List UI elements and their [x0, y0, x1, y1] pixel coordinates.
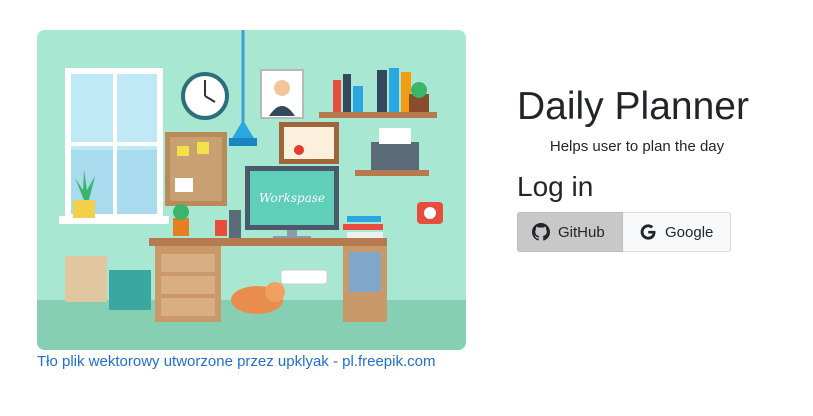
login-button-group: GitHub Google	[517, 212, 777, 252]
app-tagline: Helps user to plan the day	[549, 138, 725, 155]
github-icon	[532, 223, 550, 241]
login-panel: Daily Planner Helps user to plan the day…	[517, 80, 777, 252]
github-login-button[interactable]: GitHub	[517, 212, 623, 252]
login-heading: Log in	[517, 171, 594, 202]
monitor-screen-text: Workspase	[259, 191, 325, 205]
google-button-label: Google	[665, 223, 714, 241]
app-title: Daily Planner	[517, 85, 749, 128]
workspace-illustration: Workspase	[37, 30, 466, 350]
google-icon	[639, 223, 657, 241]
image-credit-link[interactable]: Tło plik wektorowy utworzone przez upkly…	[37, 353, 435, 370]
github-button-label: GitHub	[558, 223, 605, 241]
google-login-button[interactable]: Google	[623, 212, 731, 252]
